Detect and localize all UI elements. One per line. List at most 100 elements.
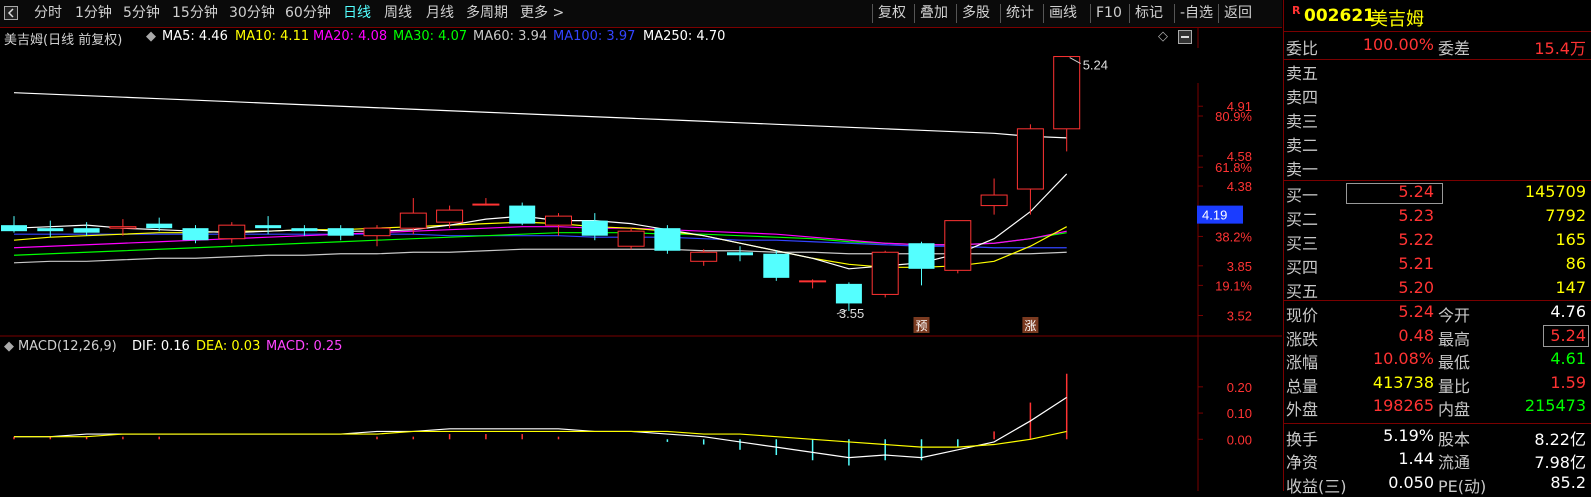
statistics-button[interactable]: 统计 xyxy=(1006,0,1034,27)
candle-body-up[interactable] xyxy=(545,215,572,226)
candle-body-up[interactable] xyxy=(799,280,827,283)
sell-3-label: 卖三 xyxy=(1286,112,1319,131)
overlay-button[interactable]: 叠加 xyxy=(920,0,948,27)
weicha-value: 15.4万 xyxy=(1534,39,1586,58)
buy-1-price[interactable]: 5.24 xyxy=(1398,182,1434,201)
stat-3-v1: 413738 xyxy=(1372,372,1434,392)
signal-marker-0[interactable]: 预 xyxy=(915,319,927,333)
stat-2-v1: 10.08% xyxy=(1372,349,1434,368)
watchlist-button[interactable]: -自选 xyxy=(1180,0,1213,27)
tab-5min[interactable]: 5分钟 xyxy=(123,0,160,27)
stat-5-v2: 8.22亿 xyxy=(1534,429,1586,449)
toolbar-separator xyxy=(1000,4,1001,23)
buy-3-vol[interactable]: 165 xyxy=(1555,230,1586,249)
back-square-icon[interactable] xyxy=(4,0,18,27)
stock-name[interactable]: 美吉姆 xyxy=(1370,5,1424,31)
candle-body-up[interactable] xyxy=(472,203,500,206)
candle-body-up[interactable] xyxy=(399,212,427,229)
stat-2-l1: 涨幅 xyxy=(1286,353,1319,372)
tab-more[interactable]: 更多 > xyxy=(520,0,564,27)
candle-body-down[interactable] xyxy=(146,223,173,229)
tab-60min[interactable]: 60分钟 xyxy=(285,0,331,27)
candle-body-down[interactable] xyxy=(509,205,536,224)
buy-2-vol[interactable]: 7792 xyxy=(1545,206,1586,225)
mark-button[interactable]: 标记 xyxy=(1135,0,1163,27)
stat-6-l1: 净资 xyxy=(1286,453,1319,472)
tab-30min[interactable]: 30分钟 xyxy=(229,0,275,27)
buy-1-vol[interactable]: 145709 xyxy=(1525,182,1586,201)
ma-settings-icon[interactable]: ◆ xyxy=(146,29,156,44)
tab-intraday[interactable]: 分时 xyxy=(34,0,62,27)
sell-5-label: 卖五 xyxy=(1286,64,1319,83)
chart-title: 美吉姆(日线 前复权) xyxy=(4,33,123,48)
tab-1min[interactable]: 1分钟 xyxy=(75,0,112,27)
candle-body-up[interactable] xyxy=(980,194,1008,207)
weicha-label: 委差 xyxy=(1438,39,1471,58)
stat-4-v2: 215473 xyxy=(1524,396,1586,415)
ma250-legend: MA250: 4.70 xyxy=(643,29,726,44)
candle-body-down[interactable] xyxy=(654,228,681,251)
buy-5-vol[interactable]: 147 xyxy=(1555,278,1586,297)
candle-body-down[interactable] xyxy=(763,253,790,278)
candle-body-up[interactable] xyxy=(617,230,645,247)
multi-stock-button[interactable]: 多股 xyxy=(962,0,990,27)
signal-marker-1[interactable]: 涨 xyxy=(1024,318,1036,333)
candle-body-up[interactable] xyxy=(436,209,464,223)
candle-body-up[interactable] xyxy=(871,251,899,295)
tab-daily[interactable]: 日线 xyxy=(343,0,371,27)
kline-chart[interactable]: 4.9180.9%4.5861.8%4.3838.2%3.8519.1%3.52… xyxy=(0,28,1282,491)
candle-body-down[interactable] xyxy=(835,283,862,304)
candle-body-up[interactable] xyxy=(218,224,246,240)
back-button[interactable]: 返回 xyxy=(1224,0,1252,27)
stat-4-l2: 内盘 xyxy=(1438,400,1471,419)
ma10-legend: MA10: 4.11 xyxy=(235,29,310,44)
stat-4-v1: 198265 xyxy=(1372,396,1434,415)
candle-body-up[interactable] xyxy=(363,227,391,237)
candle-body-down[interactable] xyxy=(581,220,608,236)
tab-multi-period[interactable]: 多周期 xyxy=(466,0,508,27)
tab-15min[interactable]: 15分钟 xyxy=(172,0,218,27)
candle-body-up[interactable] xyxy=(1053,56,1081,130)
draw-line-button[interactable]: 画线 xyxy=(1049,0,1077,27)
toolbar-separator xyxy=(1090,4,1091,23)
candle-body-up[interactable] xyxy=(109,226,137,229)
buy-4-vol[interactable]: 86 xyxy=(1566,254,1586,273)
macd-legend-icon[interactable]: ◆ xyxy=(4,339,14,354)
stock-code[interactable]: 002621 xyxy=(1304,6,1375,26)
candle-body-down[interactable] xyxy=(327,228,354,236)
candle-body-up[interactable] xyxy=(690,251,718,262)
current-price-tag-text: 4.19 xyxy=(1202,208,1227,223)
chart-close-icon[interactable] xyxy=(1178,30,1192,48)
buy-4-price[interactable]: 5.21 xyxy=(1398,254,1434,273)
restore-rights-button[interactable]: 复权 xyxy=(878,0,906,27)
stat-1-v1: 0.48 xyxy=(1398,325,1434,345)
candle-body-up[interactable] xyxy=(1016,128,1044,190)
chart-options-icon[interactable]: ◇ xyxy=(1158,29,1168,44)
buy-5-label: 买五 xyxy=(1286,282,1319,301)
dea-line xyxy=(14,430,1067,448)
low-price-label: 3.55 xyxy=(839,306,864,321)
candle-body-down[interactable] xyxy=(255,225,282,229)
candle-body-down[interactable] xyxy=(73,228,100,233)
candle-body-down[interactable] xyxy=(291,228,318,232)
candle-body-down[interactable] xyxy=(37,228,64,232)
candle-body-down[interactable] xyxy=(727,252,753,256)
toolbar-separator xyxy=(1218,4,1219,23)
sell-4-label: 卖四 xyxy=(1286,88,1319,107)
stat-4-l1: 外盘 xyxy=(1286,400,1319,419)
buy-2-price[interactable]: 5.23 xyxy=(1398,206,1434,225)
candle-body-down[interactable] xyxy=(908,243,935,269)
buy-5-price[interactable]: 5.20 xyxy=(1398,278,1434,297)
stat-0-v2: 4.76 xyxy=(1550,302,1586,321)
candle-body-down[interactable] xyxy=(1,225,27,232)
macd-legend-dif: DIF: 0.16 xyxy=(132,339,190,354)
tab-weekly[interactable]: 周线 xyxy=(384,0,412,27)
candle-body-down[interactable] xyxy=(182,228,209,241)
macd-legend-dea: DEA: 0.03 xyxy=(196,339,261,354)
buy-3-price[interactable]: 5.22 xyxy=(1398,230,1434,249)
candle-body-up[interactable] xyxy=(944,220,972,271)
sell-1-label: 卖一 xyxy=(1286,160,1319,179)
f10-button[interactable]: F10 xyxy=(1096,0,1122,27)
stat-7-l2: PE(动) xyxy=(1438,476,1487,496)
tab-monthly[interactable]: 月线 xyxy=(426,0,454,27)
